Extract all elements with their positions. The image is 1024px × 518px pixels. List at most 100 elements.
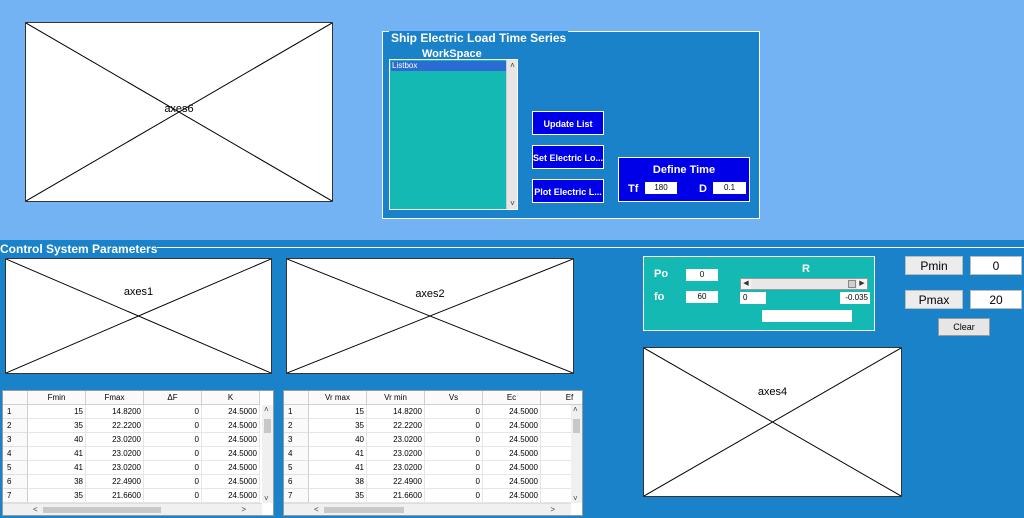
- workspace-listbox[interactable]: Listbox ˄ ˅: [389, 59, 518, 210]
- row-number[interactable]: 6: [3, 475, 28, 489]
- table1-hscroll-thumb[interactable]: [43, 507, 161, 513]
- row-number[interactable]: 3: [284, 433, 309, 447]
- table-cell[interactable]: 0: [425, 475, 483, 489]
- table-cell[interactable]: 41: [309, 461, 367, 475]
- table1-header-k[interactable]: K: [202, 391, 260, 405]
- table1-header-deltaf[interactable]: ΔF: [144, 391, 202, 405]
- table1-vscroll[interactable]: ˄ ˅: [262, 405, 273, 503]
- table-cell[interactable]: 21.6600: [367, 489, 425, 503]
- row-number[interactable]: 1: [3, 405, 28, 419]
- table1-scroll-left-icon[interactable]: <: [33, 505, 38, 514]
- table-cell[interactable]: 23.0200: [86, 447, 144, 461]
- table-cell[interactable]: 24.5000: [483, 419, 541, 433]
- table-cell[interactable]: 24.5000: [483, 405, 541, 419]
- table-cell[interactable]: 14.8200: [86, 405, 144, 419]
- table-cell[interactable]: 0: [425, 447, 483, 461]
- table-cell[interactable]: 40: [28, 433, 86, 447]
- row-number[interactable]: 4: [3, 447, 28, 461]
- table-cell[interactable]: 24.5000: [202, 419, 260, 433]
- row-number[interactable]: 2: [284, 419, 309, 433]
- tf-input[interactable]: 180: [645, 182, 677, 194]
- table-cell[interactable]: 21.6600: [86, 489, 144, 503]
- row-number[interactable]: 7: [3, 489, 28, 503]
- table2-header-vrmax[interactable]: Vr max: [309, 391, 367, 405]
- table1-scroll-up-icon[interactable]: ˄: [264, 405, 269, 414]
- table-cell[interactable]: 23.0200: [86, 433, 144, 447]
- table-cell[interactable]: 0: [144, 475, 202, 489]
- row-number[interactable]: 1: [284, 405, 309, 419]
- listbox-item[interactable]: Listbox: [391, 61, 507, 71]
- row-number[interactable]: 2: [3, 419, 28, 433]
- table2-scroll-down-icon[interactable]: ˅: [573, 494, 578, 503]
- table-cell[interactable]: 24.5000: [202, 489, 260, 503]
- table-cell[interactable]: 0: [144, 447, 202, 461]
- table-cell[interactable]: 35: [28, 489, 86, 503]
- listbox-scrollbar[interactable]: ˄ ˅: [506, 60, 517, 209]
- table-cell[interactable]: 22.2200: [86, 419, 144, 433]
- table-cell[interactable]: 0: [425, 461, 483, 475]
- table2-vscroll-thumb[interactable]: [573, 419, 580, 433]
- table-cell[interactable]: 14.8200: [367, 405, 425, 419]
- table-cell[interactable]: 24.5000: [202, 461, 260, 475]
- table-cell[interactable]: 0: [144, 405, 202, 419]
- table-cell[interactable]: 15: [28, 405, 86, 419]
- slider-thumb[interactable]: [848, 280, 856, 288]
- table2-header-ec[interactable]: Ec: [483, 391, 541, 405]
- pmin-input[interactable]: 0: [970, 256, 1022, 275]
- slider-right-arrow-icon[interactable]: ▶: [857, 279, 867, 289]
- table2-hscroll-thumb[interactable]: [324, 507, 404, 513]
- update-list-button[interactable]: Update List: [532, 111, 604, 135]
- table-cell[interactable]: 24.5000: [202, 405, 260, 419]
- table1[interactable]: Fmin Fmax ΔF K 1 15 14.8200 0 24.5000 2 35 22.2…: [2, 390, 274, 516]
- table-cell[interactable]: 0: [425, 489, 483, 503]
- table2-vscroll[interactable]: ˄ ˅: [571, 405, 582, 503]
- table-cell[interactable]: 0: [425, 433, 483, 447]
- table-cell[interactable]: 23.0200: [367, 447, 425, 461]
- table-cell[interactable]: 41: [309, 447, 367, 461]
- table-cell[interactable]: 22.2200: [367, 419, 425, 433]
- table2-scroll-right-icon[interactable]: >: [550, 505, 555, 514]
- pmax-input[interactable]: 20: [970, 290, 1022, 309]
- table-cell[interactable]: 0: [144, 461, 202, 475]
- table-cell[interactable]: 15: [309, 405, 367, 419]
- table-cell[interactable]: 23.0200: [86, 461, 144, 475]
- row-number[interactable]: 3: [3, 433, 28, 447]
- d-input[interactable]: 0.1: [713, 182, 746, 194]
- r-slider[interactable]: ◀ ▶: [740, 278, 868, 290]
- plot-electric-load-button[interactable]: Plot Electric L...: [532, 179, 604, 203]
- table1-vscroll-thumb[interactable]: [264, 419, 271, 433]
- table1-scroll-right-icon[interactable]: >: [241, 505, 246, 514]
- table2-header-vs[interactable]: Vs: [425, 391, 483, 405]
- table-cell[interactable]: 22.4900: [86, 475, 144, 489]
- table1-header-fmax[interactable]: Fmax: [86, 391, 144, 405]
- table-cell[interactable]: 35: [309, 419, 367, 433]
- table-cell[interactable]: 24.5000: [202, 433, 260, 447]
- table1-scroll-down-icon[interactable]: ˅: [264, 494, 269, 503]
- table-cell[interactable]: 41: [28, 447, 86, 461]
- table1-header-fmin[interactable]: Fmin: [28, 391, 86, 405]
- table-cell[interactable]: 24.5000: [483, 447, 541, 461]
- table2-header-vrmin[interactable]: Vr min: [367, 391, 425, 405]
- set-electric-load-button[interactable]: Set Electric Lo...: [532, 145, 604, 169]
- table2[interactable]: Vr max Vr min Vs Ec Ef 1 15 14.8200 0 24.500…: [283, 390, 583, 516]
- table1-hscroll[interactable]: < >: [3, 503, 262, 515]
- table-cell[interactable]: 0: [425, 419, 483, 433]
- table-cell[interactable]: 38: [309, 475, 367, 489]
- table2-hscroll[interactable]: < >: [284, 503, 571, 515]
- table-cell[interactable]: 0: [144, 419, 202, 433]
- table2-scroll-left-icon[interactable]: <: [314, 505, 319, 514]
- row-number[interactable]: 6: [284, 475, 309, 489]
- po-input[interactable]: 0: [686, 269, 718, 281]
- fo-input[interactable]: 60: [686, 291, 718, 303]
- table-cell[interactable]: 24.5000: [483, 489, 541, 503]
- row-number[interactable]: 4: [284, 447, 309, 461]
- table-cell[interactable]: 0: [144, 433, 202, 447]
- row-number[interactable]: 5: [284, 461, 309, 475]
- slider-left-arrow-icon[interactable]: ◀: [741, 279, 751, 289]
- table-cell[interactable]: 23.0200: [367, 461, 425, 475]
- row-number[interactable]: 7: [284, 489, 309, 503]
- table-cell[interactable]: 24.5000: [483, 475, 541, 489]
- table-cell[interactable]: 41: [28, 461, 86, 475]
- clear-button[interactable]: Clear: [938, 318, 990, 336]
- table-cell[interactable]: 0: [425, 405, 483, 419]
